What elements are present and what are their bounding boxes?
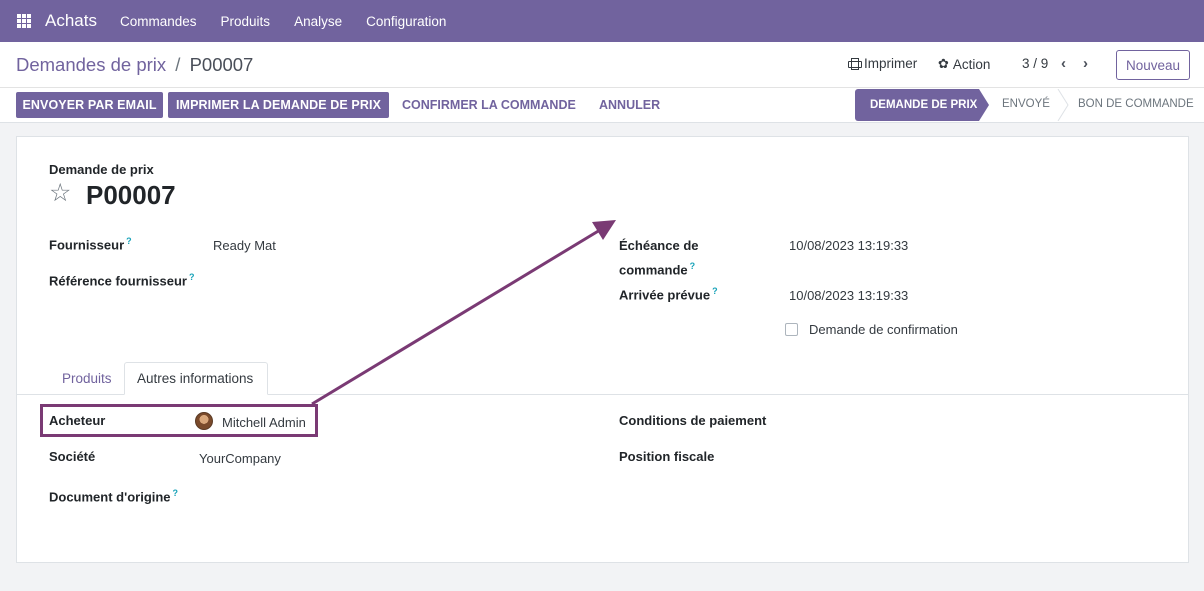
company-field[interactable]: YourCompany <box>199 451 281 466</box>
doc-type-label: Demande de prix <box>49 162 154 177</box>
status-bar: ENVOYER PAR EMAIL IMPRIMER LA DEMANDE DE… <box>0 88 1204 123</box>
menu-item-produits[interactable]: Produits <box>221 14 271 29</box>
company-label: Société <box>49 449 96 464</box>
cancel-button[interactable]: ANNULER <box>599 98 660 112</box>
help-icon[interactable]: ? <box>690 261 696 271</box>
confirmation-label: Demande de confirmation <box>809 322 958 337</box>
deadline-label: Échéance de commande? <box>619 238 699 278</box>
menu-item-analyse[interactable]: Analyse <box>294 14 342 29</box>
tab-other-info[interactable]: Autres informations <box>124 362 268 395</box>
confirm-order-button[interactable]: CONFIRMER LA COMMANDE <box>402 98 576 112</box>
payment-terms-label: Conditions de paiement <box>619 413 767 428</box>
stage-separator <box>1057 89 1069 121</box>
stage-sent[interactable]: ENVOYÉ <box>1002 98 1050 110</box>
menu-item-commandes[interactable]: Commandes <box>120 14 197 29</box>
print-rfq-button[interactable]: IMPRIMER LA DEMANDE DE PRIX <box>168 92 389 118</box>
menu-item-configuration[interactable]: Configuration <box>366 14 446 29</box>
expected-arrival-field[interactable]: 10/08/2023 13:19:33 <box>789 288 908 303</box>
stage-rfq[interactable]: DEMANDE DE PRIX <box>855 89 989 121</box>
app-grid-icon[interactable] <box>17 14 31 28</box>
breadcrumb-parent[interactable]: Demandes de prix <box>16 54 166 75</box>
breadcrumb: Demandes de prix / P00007 <box>16 54 253 76</box>
send-email-button[interactable]: ENVOYER PAR EMAIL <box>16 92 163 118</box>
printer-icon <box>848 58 862 70</box>
breadcrumb-current: P00007 <box>189 54 254 75</box>
print-label: Imprimer <box>864 56 918 71</box>
supplier-ref-label: Référence fournisseur? <box>49 272 195 289</box>
help-icon[interactable]: ? <box>126 236 132 246</box>
annotation-highlight-box <box>40 404 318 437</box>
chevron-left-icon[interactable]: ‹ <box>1061 55 1066 72</box>
action-button[interactable]: ✿ Action <box>938 56 990 72</box>
print-button[interactable]: Imprimer <box>848 56 917 71</box>
source-doc-label: Document d'origine? <box>49 488 179 505</box>
fiscal-position-label: Position fiscale <box>619 449 715 464</box>
confirmation-checkbox[interactable] <box>785 323 798 336</box>
new-button[interactable]: Nouveau <box>1116 50 1190 80</box>
expected-arrival-label: Arrivée prévue? <box>619 286 718 303</box>
pager-value[interactable]: 3 / 9 <box>1022 56 1048 71</box>
supplier-field[interactable]: Ready Mat <box>213 238 276 253</box>
app-name[interactable]: Achats <box>45 11 97 31</box>
breadcrumb-separator: / <box>175 54 181 75</box>
main-menu: Commandes Produits Analyse Configuration <box>120 14 470 29</box>
action-label: Action <box>952 56 991 72</box>
star-icon[interactable]: ☆ <box>49 181 71 206</box>
stage-purchase-order[interactable]: BON DE COMMANDE <box>1078 98 1194 110</box>
chevron-right-icon[interactable]: › <box>1083 55 1088 72</box>
help-icon[interactable]: ? <box>712 286 718 296</box>
help-icon[interactable]: ? <box>173 488 179 498</box>
doc-number: P00007 <box>86 180 176 210</box>
help-icon[interactable]: ? <box>189 272 195 282</box>
deadline-field[interactable]: 10/08/2023 13:19:33 <box>789 238 908 253</box>
tab-products[interactable]: Produits <box>50 362 124 395</box>
top-navbar: Achats Commandes Produits Analyse Config… <box>0 0 1204 42</box>
supplier-label: Fournisseur? <box>49 236 132 253</box>
form-sheet <box>16 136 1189 563</box>
gear-icon: ✿ <box>938 56 949 71</box>
control-panel: Demandes de prix / P00007 Imprimer ✿ Act… <box>0 42 1204 88</box>
